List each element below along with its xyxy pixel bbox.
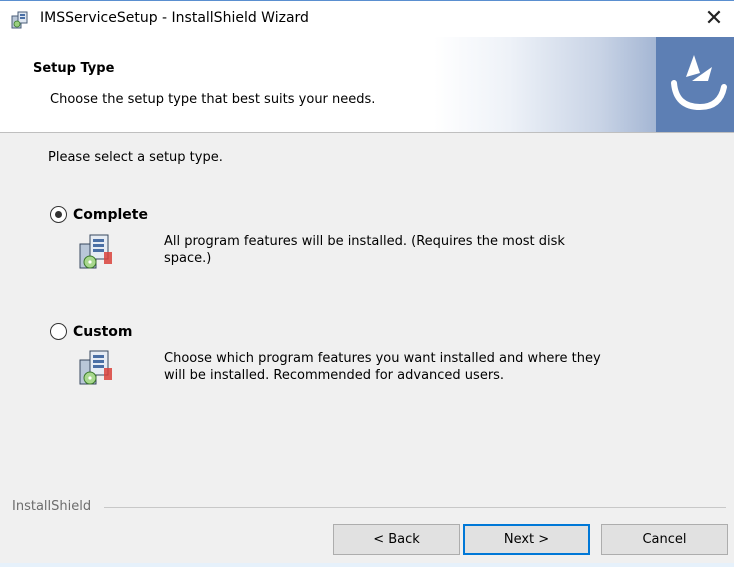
custom-description-line1: Choose which program features you want i…	[164, 351, 601, 366]
complete-description-line1: All program features will be installed. …	[164, 234, 565, 249]
installshield-wizard-window: IMSServiceSetup - InstallShield Wizard ✕…	[0, 0, 734, 567]
setup-package-icon	[76, 348, 116, 388]
setup-type-panel: Please select a setup type. Complete All…	[0, 134, 734, 494]
custom-description-line2: will be installed. Recommended for advan…	[164, 368, 505, 383]
complete-radio[interactable]	[50, 206, 67, 223]
complete-option[interactable]: Complete	[50, 206, 148, 223]
footer-divider	[104, 507, 726, 508]
installer-icon	[10, 10, 30, 30]
cancel-button[interactable]: Cancel	[601, 524, 728, 555]
complete-description: All program features will be installed. …	[164, 233, 664, 267]
title-bar: IMSServiceSetup - InstallShield Wizard ✕	[0, 1, 734, 37]
close-icon: ✕	[704, 6, 724, 31]
back-button[interactable]: < Back	[333, 524, 460, 555]
custom-option[interactable]: Custom	[50, 323, 132, 340]
close-button[interactable]: ✕	[694, 1, 734, 37]
page-title: Setup Type	[33, 61, 115, 76]
custom-description: Choose which program features you want i…	[164, 350, 664, 384]
custom-radio[interactable]	[50, 323, 67, 340]
setup-type-prompt: Please select a setup type.	[48, 150, 223, 165]
bottom-strip	[0, 563, 734, 567]
next-button[interactable]: Next >	[463, 524, 590, 555]
window-title: IMSServiceSetup - InstallShield Wizard	[40, 10, 309, 26]
page-subtitle: Choose the setup type that best suits yo…	[50, 92, 376, 107]
installshield-logo-icon	[656, 37, 734, 132]
custom-label: Custom	[73, 323, 133, 340]
complete-description-line2: space.)	[164, 251, 212, 266]
setup-package-icon	[76, 232, 116, 272]
installshield-brand: InstallShield	[12, 499, 92, 514]
complete-label: Complete	[73, 206, 148, 223]
wizard-header: Setup Type Choose the setup type that be…	[0, 37, 734, 133]
